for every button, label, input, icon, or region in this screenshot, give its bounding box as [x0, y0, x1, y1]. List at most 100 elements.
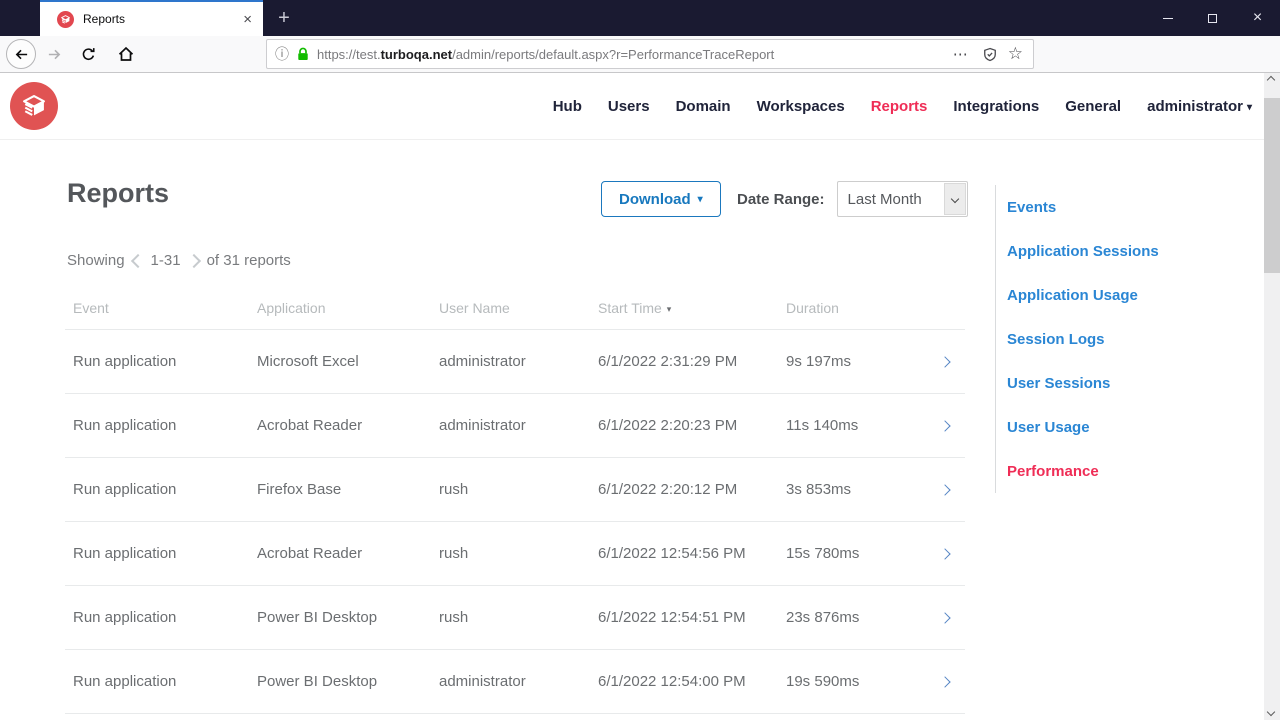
reports-table: Event Application User Name Start Time ▾ Dura… [65, 287, 965, 714]
cell-event: Run application [73, 417, 177, 434]
select-arrow-button[interactable] [943, 183, 966, 215]
column-header-event[interactable]: Event [65, 300, 249, 316]
forward-arrow-icon [48, 49, 60, 59]
table-row[interactable]: Run application Microsoft Excel administra… [65, 330, 965, 394]
page-actions-icon[interactable]: ⋯ [953, 45, 969, 63]
nav-item-users[interactable]: Users [608, 98, 650, 115]
tab-close-icon[interactable]: × [240, 11, 255, 28]
sidebar-link-session-logs[interactable]: Session Logs [1007, 317, 1245, 361]
cell-application: Acrobat Reader [257, 417, 363, 434]
table-row[interactable]: Run application Acrobat Reader rush 6/1/202… [65, 522, 965, 586]
sidebar-link-user-usage[interactable]: User Usage [1007, 405, 1245, 449]
reports-sidebar: Events Application Sessions Application Us… [995, 185, 1245, 493]
url-domain: turboqa.net [380, 46, 453, 62]
cell-duration: 11s 140ms [786, 417, 859, 434]
showing-suffix: of 31 reports [206, 252, 291, 269]
forward-button[interactable] [40, 40, 68, 68]
scrollbar-thumb[interactable] [1264, 98, 1280, 273]
page-scrollbar[interactable] [1264, 73, 1280, 720]
cell-event: Run application [73, 673, 177, 690]
nav-user-menu[interactable]: administrator ▾ [1147, 98, 1252, 115]
cell-start: 6/1/2022 12:54:56 PM [598, 545, 746, 562]
cell-event: Run application [73, 353, 177, 370]
cell-user: rush [439, 545, 469, 562]
nav-item-integrations[interactable]: Integrations [953, 98, 1039, 115]
column-header-user-name[interactable]: User Name [431, 300, 590, 316]
cell-user: rush [439, 609, 469, 626]
back-button[interactable] [6, 39, 36, 69]
sort-caret-icon: ▾ [666, 304, 672, 314]
https-lock-icon[interactable] [297, 47, 309, 61]
column-header-start-time[interactable]: Start Time ▾ [590, 300, 778, 316]
download-button[interactable]: Download ▾ [601, 181, 721, 217]
minimize-icon [1162, 17, 1173, 19]
table-body: Run application Microsoft Excel administra… [65, 330, 965, 714]
cell-event: Run application [73, 609, 177, 626]
page-content: Reports Download ▾ Date Range: Last Month… [0, 140, 1264, 720]
cell-start: 6/1/2022 2:20:23 PM [598, 417, 738, 434]
column-header-application[interactable]: Application [249, 300, 431, 316]
cell-start: 6/1/2022 2:31:29 PM [598, 353, 738, 370]
date-range-select[interactable]: Last Month [836, 181, 968, 217]
cell-application: Firefox Base [257, 481, 342, 498]
row-detail-chevron-icon[interactable] [939, 355, 951, 368]
cell-application: Power BI Desktop [257, 609, 378, 626]
scrollbar-down-icon[interactable] [1266, 707, 1276, 717]
reload-icon [82, 47, 95, 60]
table-row[interactable]: Run application Acrobat Reader administrat… [65, 394, 965, 458]
cube-logo-icon [61, 14, 70, 24]
window-minimize-button[interactable] [1145, 0, 1190, 36]
scrollbar-up-icon[interactable] [1266, 75, 1276, 85]
sidebar-link-user-sessions[interactable]: User Sessions [1007, 361, 1245, 405]
bookmark-star-icon[interactable]: ☆ [1008, 44, 1023, 64]
sidebar-link-events[interactable]: Events [1007, 185, 1245, 229]
chevron-down-icon [950, 194, 959, 204]
nav-item-workspaces[interactable]: Workspaces [757, 98, 845, 115]
page-info-icon[interactable]: ⓘ [275, 47, 289, 61]
nav-item-hub[interactable]: Hub [553, 98, 582, 115]
cell-user: administrator [439, 417, 526, 434]
row-detail-chevron-icon[interactable] [939, 483, 951, 496]
cell-duration: 9s 197ms [786, 353, 852, 370]
sidebar-link-performance[interactable]: Performance [1007, 449, 1245, 493]
chevron-down-icon: ▾ [1246, 102, 1252, 113]
webpage: Hub Users Domain Workspaces Reports Integrati… [0, 73, 1264, 720]
cell-duration: 3s 853ms [786, 481, 852, 498]
table-row[interactable]: Run application Firefox Base rush 6/1/2022 … [65, 458, 965, 522]
site-nav: Hub Users Domain Workspaces Reports Integrati… [0, 73, 1264, 140]
url-bar[interactable]: ⓘ https://test.turboqa.net/admin/reports… [266, 39, 1034, 69]
cell-duration: 15s 780ms [786, 545, 860, 562]
pocket-shield-icon[interactable] [983, 47, 997, 62]
browser-tab[interactable]: Reports × [40, 0, 263, 36]
sidebar-link-application-usage[interactable]: Application Usage [1007, 273, 1245, 317]
window-maximize-button[interactable] [1190, 0, 1235, 36]
row-detail-chevron-icon[interactable] [939, 675, 951, 688]
nav-item-domain[interactable]: Domain [676, 98, 731, 115]
row-detail-chevron-icon[interactable] [939, 547, 951, 560]
window-close-button[interactable]: × [1235, 0, 1280, 36]
nav-item-reports[interactable]: Reports [871, 98, 928, 115]
page-title: Reports [67, 178, 170, 208]
cell-user: administrator [439, 353, 526, 370]
site-logo[interactable] [10, 82, 58, 130]
cell-application: Acrobat Reader [257, 545, 363, 562]
back-arrow-icon [15, 49, 27, 59]
reload-button[interactable] [74, 40, 102, 68]
date-range-control: Date Range: Last Month [737, 181, 968, 217]
previous-page-icon[interactable] [130, 253, 145, 268]
site-favicon [57, 10, 74, 28]
sidebar-link-application-sessions[interactable]: Application Sessions [1007, 229, 1245, 273]
chevron-down-icon: ▾ [697, 193, 703, 205]
row-detail-chevron-icon[interactable] [939, 419, 951, 432]
nav-item-general[interactable]: General [1065, 98, 1121, 115]
showing-range: 1-31 [150, 252, 181, 269]
new-tab-button[interactable]: + [266, 0, 302, 36]
table-row[interactable]: Run application Power BI Desktop administr… [65, 650, 965, 714]
cell-start: 6/1/2022 12:54:51 PM [598, 609, 746, 626]
home-button[interactable] [112, 40, 140, 68]
table-row[interactable]: Run application Power BI Desktop rush 6/1/2… [65, 586, 965, 650]
next-page-icon[interactable] [186, 253, 201, 268]
row-detail-chevron-icon[interactable] [939, 611, 951, 624]
column-header-duration[interactable]: Duration [778, 300, 925, 316]
cell-event: Run application [73, 481, 177, 498]
